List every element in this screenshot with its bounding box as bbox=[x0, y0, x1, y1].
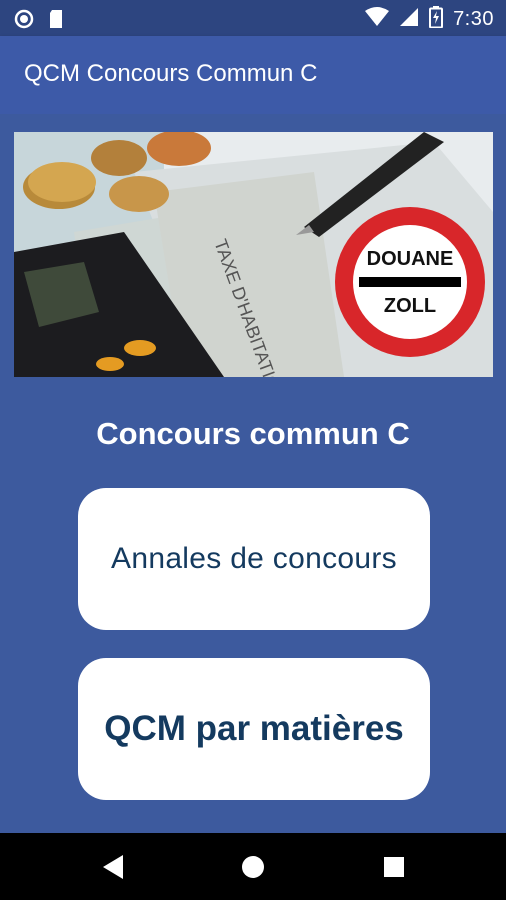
sim-card-icon bbox=[48, 9, 64, 34]
back-icon[interactable] bbox=[98, 852, 128, 882]
circle-icon bbox=[14, 9, 34, 34]
app-title: QCM Concours Commun C bbox=[24, 60, 318, 87]
home-icon[interactable] bbox=[238, 852, 268, 882]
annales-button[interactable]: Annales de concours bbox=[78, 488, 430, 630]
status-right: 7:30 bbox=[365, 6, 494, 33]
app-bar: QCM Concours Commun C bbox=[0, 36, 506, 114]
page-heading: Concours commun C bbox=[96, 416, 410, 451]
signal-icon bbox=[399, 7, 419, 32]
main-content: TAXE D'HABITATION DOUANE ZOLL Concours c… bbox=[0, 114, 506, 833]
wifi-icon bbox=[365, 7, 390, 32]
status-left bbox=[14, 9, 64, 34]
sign-bottom-text: ZOLL bbox=[384, 295, 436, 317]
sign-top-text: DOUANE bbox=[367, 248, 454, 270]
status-time: 7:30 bbox=[453, 8, 494, 30]
navigation-bar bbox=[0, 833, 506, 900]
qcm-matieres-button[interactable]: QCM par matières bbox=[78, 658, 430, 800]
hero-image: TAXE D'HABITATION DOUANE ZOLL bbox=[14, 132, 493, 377]
recents-icon[interactable] bbox=[379, 852, 409, 882]
status-bar: 7:30 bbox=[0, 0, 506, 36]
battery-icon bbox=[429, 6, 444, 33]
hero-illustration: TAXE D'HABITATION DOUANE ZOLL bbox=[14, 132, 493, 377]
